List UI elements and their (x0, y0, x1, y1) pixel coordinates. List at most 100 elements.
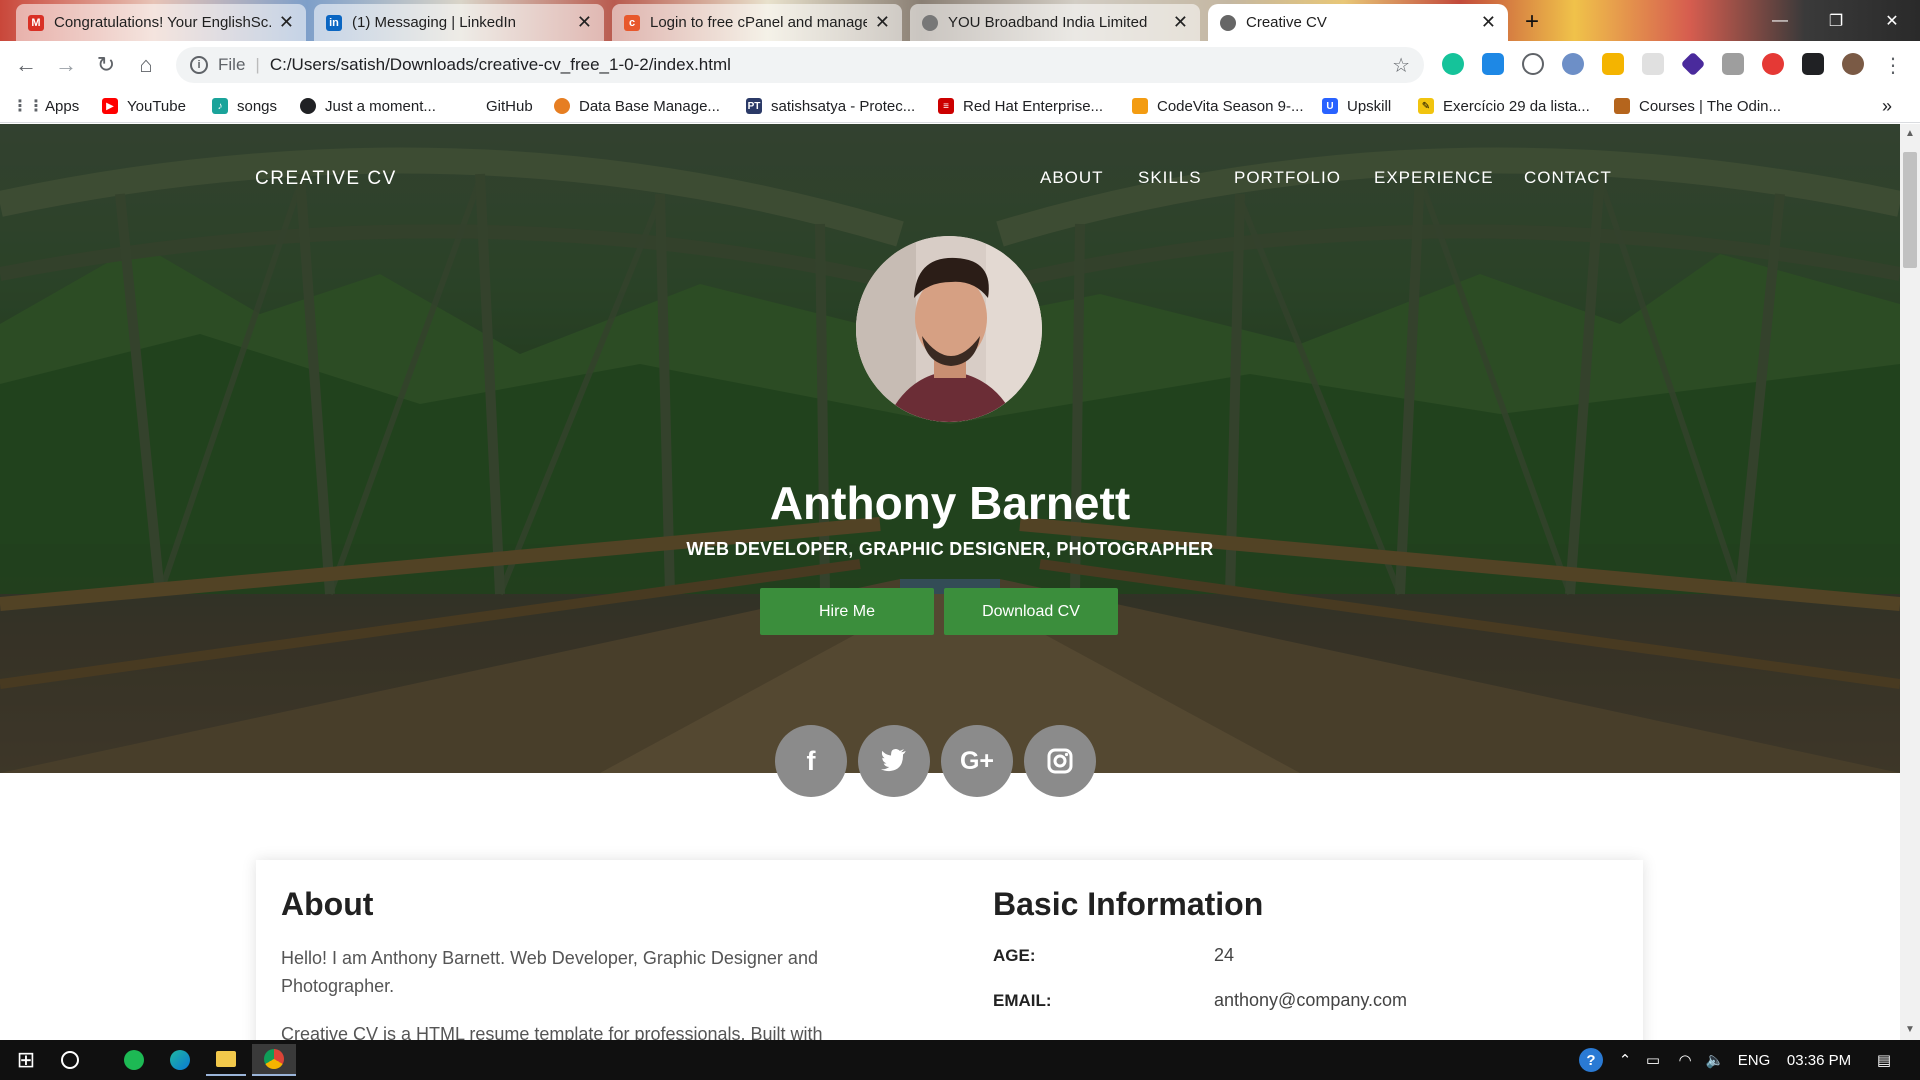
battery-icon[interactable]: ▭ (1640, 1044, 1666, 1076)
grammarly-icon[interactable] (1442, 53, 1464, 75)
cloud-icon[interactable] (1522, 53, 1544, 75)
bookmark-codevita[interactable]: CodeVita Season 9-... (1132, 95, 1303, 117)
language-indicator[interactable]: ENG (1734, 1044, 1774, 1076)
bookmark-label: Just a moment... (325, 97, 436, 115)
windows-taskbar: ⊞ ? ⌃ ▭ ◠ 🔈 ENG 03:36 PM ▤ (0, 1040, 1920, 1080)
nav-skills[interactable]: SKILLS (1138, 168, 1202, 188)
bookmarks-bar: ⋮⋮ Apps ▶ YouTube ♪ songs Just a moment... … (0, 87, 1920, 123)
edge-icon[interactable] (160, 1044, 200, 1076)
bookmark-redhat[interactable]: ≡ Red Hat Enterprise... (938, 95, 1103, 117)
bookmark-star-icon[interactable]: ☆ (1392, 53, 1410, 78)
bookmark-exercise[interactable]: ✎ Exercício 29 da lista... (1418, 95, 1590, 117)
twitter-icon[interactable] (858, 725, 930, 797)
page-scrollbar[interactable]: ▲ ▼ (1900, 124, 1920, 1040)
windows-start-icon[interactable]: ⊞ (6, 1044, 46, 1076)
facebook-icon[interactable]: f (775, 725, 847, 797)
cpanel-icon: c (624, 14, 640, 31)
close-icon[interactable]: ✕ (1481, 12, 1496, 33)
bookmark-label: Red Hat Enterprise... (963, 97, 1104, 115)
bookmark-upskill[interactable]: U Upskill (1322, 95, 1391, 117)
minimize-icon[interactable]: — (1752, 0, 1808, 41)
tab-title: YOU Broadband India Limited (948, 14, 1148, 31)
close-icon[interactable]: ✕ (1173, 12, 1188, 33)
music-icon: ♪ (212, 98, 228, 114)
bookmark-protect[interactable]: PT satishsatya - Protec... (746, 95, 915, 117)
wifi-icon[interactable]: ◠ (1672, 1044, 1698, 1076)
profile-photo (856, 236, 1042, 422)
scroll-down-icon[interactable]: ▼ (1904, 1024, 1916, 1036)
nav-experience[interactable]: EXPERIENCE (1374, 168, 1494, 188)
page-viewport: CREATIVE CV ABOUT SKILLS PORTFOLIO EXPER… (0, 124, 1920, 1040)
tab-linkedin[interactable]: in (1) Messaging | LinkedIn ✕ (314, 4, 604, 41)
url-text: C:/Users/satish/Downloads/creative-cv_fr… (269, 55, 731, 74)
close-icon[interactable]: ✕ (577, 12, 592, 33)
extension-owl-icon[interactable] (1562, 53, 1584, 75)
bookmark-odin[interactable]: Courses | The Odin... (1614, 95, 1781, 117)
lock-extension-icon[interactable] (1602, 53, 1624, 75)
clock-time[interactable]: 03:36 PM (1784, 1044, 1854, 1076)
help-icon[interactable]: ? (1576, 1044, 1606, 1076)
browser-toolbar: ← → ↻ ⌂ i File | C:/Users/satish/Downloa… (0, 41, 1920, 87)
volume-icon[interactable]: 🔈 (1702, 1044, 1728, 1076)
extension-diamond-icon[interactable] (1680, 51, 1706, 77)
window-close-icon[interactable]: ✕ (1864, 0, 1920, 41)
nav-contact[interactable]: CONTACT (1524, 168, 1612, 188)
file-explorer-icon[interactable] (206, 1044, 246, 1076)
site-brand[interactable]: CREATIVE CV (255, 168, 397, 190)
nav-about[interactable]: ABOUT (1040, 168, 1104, 188)
back-icon[interactable]: ← (10, 49, 42, 81)
download-cv-button[interactable]: Download CV (944, 588, 1118, 635)
nav-portfolio[interactable]: PORTFOLIO (1234, 168, 1341, 188)
extension-blank-icon[interactable] (1642, 53, 1664, 75)
about-card: About Hello! I am Anthony Barnett. Web D… (256, 860, 1643, 1040)
bookmark-just-a-moment[interactable]: Just a moment... (300, 95, 436, 117)
hero-section: CREATIVE CV ABOUT SKILLS PORTFOLIO EXPER… (0, 124, 1900, 773)
close-icon[interactable]: ✕ (279, 12, 294, 33)
instagram-icon[interactable] (1024, 725, 1096, 797)
bookmark-songs[interactable]: ♪ songs (212, 95, 277, 117)
forward-icon[interactable]: → (50, 49, 82, 81)
bookmark-label: Upskill (1347, 97, 1392, 115)
gmail-icon: M (28, 14, 44, 31)
bookmark-github[interactable]: GitHub (486, 95, 533, 117)
bookmark-apps[interactable]: ⋮⋮ Apps (12, 95, 79, 117)
spotify-icon[interactable] (114, 1044, 154, 1076)
scrollbar-thumb[interactable] (1903, 152, 1917, 268)
address-bar[interactable]: i File | C:/Users/satish/Downloads/creat… (176, 47, 1424, 83)
exercise-icon: ✎ (1418, 98, 1434, 114)
tab-creative-cv[interactable]: Creative CV ✕ (1208, 4, 1508, 41)
redhat-icon: ≡ (938, 98, 954, 114)
chevron-up-icon[interactable]: ⌃ (1614, 1044, 1636, 1076)
bookmark-youtube[interactable]: ▶ YouTube (102, 95, 186, 117)
bookmark-label: GitHub (486, 97, 533, 115)
cast-icon[interactable] (1722, 53, 1744, 75)
tab-cpanel[interactable]: c Login to free cPanel and manage ✕ (612, 4, 902, 41)
bookmark-label: CodeVita Season 9-... (1157, 97, 1304, 115)
youtube-icon: ▶ (102, 98, 118, 114)
bookmark-label: Exercício 29 da lista... (1443, 97, 1590, 115)
info-icon[interactable]: i (190, 56, 208, 74)
tab-gmail[interactable]: M Congratulations! Your EnglishSc... ✕ (16, 4, 306, 41)
search-cortana-icon[interactable] (50, 1044, 90, 1076)
restore-icon[interactable]: ❐ (1808, 0, 1864, 41)
opera-icon[interactable] (1762, 53, 1784, 75)
reload-icon[interactable]: ↻ (90, 49, 122, 81)
new-tab-button[interactable]: + (1518, 8, 1546, 36)
google-plus-icon[interactable]: G+ (941, 725, 1013, 797)
bookmark-database[interactable]: Data Base Manage... (554, 95, 720, 117)
menu-kebab-icon[interactable]: ⋮ (1882, 53, 1904, 77)
bookmarks-overflow-icon[interactable]: » (1882, 95, 1892, 117)
scroll-up-icon[interactable]: ▲ (1904, 128, 1916, 140)
hire-me-button[interactable]: Hire Me (760, 588, 934, 635)
tab-broadband[interactable]: YOU Broadband India Limited ✕ (910, 4, 1200, 41)
info-label-email: EMAIL: (993, 991, 1052, 1010)
browser-tab-strip: M Congratulations! Your EnglishSc... ✕ i… (0, 0, 1920, 41)
notifications-icon[interactable]: ▤ (1866, 1044, 1902, 1076)
translate-icon[interactable] (1482, 53, 1504, 75)
chrome-taskbar-icon[interactable] (252, 1044, 296, 1076)
extensions-puzzle-icon[interactable] (1802, 53, 1824, 75)
close-icon[interactable]: ✕ (875, 12, 890, 33)
profile-role: WEB DEVELOPER, GRAPHIC DESIGNER, PHOTOGR… (686, 539, 1214, 559)
home-icon[interactable]: ⌂ (130, 49, 162, 81)
profile-avatar[interactable] (1842, 53, 1864, 75)
